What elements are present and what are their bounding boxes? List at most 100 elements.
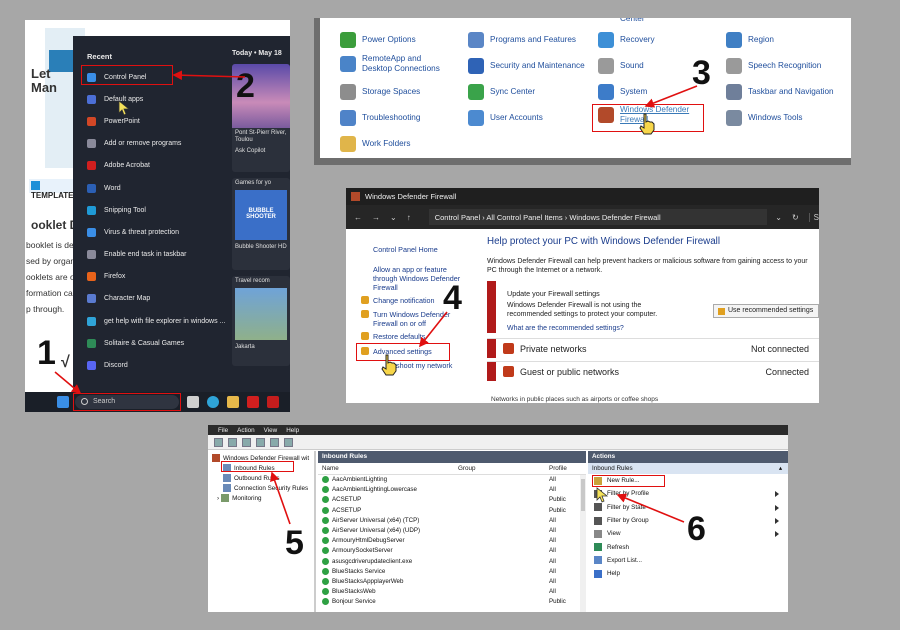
change-notification-link[interactable]: Change notification xyxy=(361,296,435,305)
control-panel-screenshot: Center Power Options Programs and Features… xyxy=(314,18,851,165)
public-networks-row[interactable]: Guest or public networks Connected xyxy=(487,361,819,381)
table-row[interactable]: ACSETUP Public xyxy=(318,495,586,505)
chevron-down-icon[interactable]: ⌄ xyxy=(775,213,782,222)
table-row[interactable]: BlueStacksWeb All xyxy=(318,587,586,597)
table-row[interactable]: asusgcdriverupdateclient.exe All xyxy=(318,557,586,567)
rule-name: AirServer Universal (x64) (UDP) xyxy=(332,526,421,534)
pdf-taskbar-icon[interactable] xyxy=(267,396,279,408)
travel-card[interactable]: Travel recom Jakarta xyxy=(232,276,290,366)
start-menu-item[interactable]: Adobe Acrobat xyxy=(81,155,231,177)
menu-view[interactable]: View xyxy=(264,427,278,434)
troubleshoot-link[interactable]: shoot my network xyxy=(396,361,452,370)
action-item[interactable]: Export List... xyxy=(588,554,788,567)
acrobat-taskbar-icon[interactable] xyxy=(247,396,259,408)
task-view-icon[interactable] xyxy=(187,396,199,408)
action-item[interactable]: Filter by Profile xyxy=(588,487,788,500)
rule-profile: All xyxy=(549,526,556,534)
chrome-icon[interactable] xyxy=(207,396,219,408)
scrollbar[interactable] xyxy=(580,475,586,612)
control-panel-item[interactable]: Speech Recognition xyxy=(726,58,821,74)
tree-connection-security[interactable]: Connection Security Rules xyxy=(223,484,308,492)
forward-icon[interactable] xyxy=(228,437,237,447)
rule-name: AacAmbientLightingLowercase xyxy=(332,486,417,494)
control-panel-item[interactable]: Work Folders xyxy=(340,136,411,152)
control-panel-item[interactable]: Security and Maintenance xyxy=(468,58,585,74)
file-explorer-icon[interactable] xyxy=(227,396,239,408)
restore-defaults-link[interactable]: Restore defaults xyxy=(361,332,425,341)
control-panel-item[interactable]: Windows Tools xyxy=(726,110,802,126)
action-item[interactable]: Help xyxy=(588,567,788,580)
collapse-icon[interactable]: ▴ xyxy=(779,465,782,472)
control-panel-item[interactable]: Taskbar and Navigation xyxy=(726,84,834,100)
recommended-link[interactable]: What are the recommended settings? xyxy=(507,325,624,332)
table-row[interactable]: Bonjour Service Public xyxy=(318,597,586,607)
back-icon[interactable]: ← xyxy=(354,213,362,222)
table-row[interactable]: ArmourySocketServer All xyxy=(318,546,586,556)
control-panel-item[interactable]: System xyxy=(598,84,647,100)
games-card[interactable]: Games for yo BUBBLE SHOOTER Bubble Shoot… xyxy=(232,178,290,270)
show-hide-icon[interactable] xyxy=(242,437,251,447)
shield-x-icon xyxy=(503,343,514,354)
menu-file[interactable]: File xyxy=(218,427,228,434)
control-panel-item[interactable]: RemoteApp and Desktop Connections xyxy=(340,54,450,74)
table-row[interactable]: ArmouryHtmlDebugServer All xyxy=(318,536,586,546)
up-icon[interactable]: ↑ xyxy=(407,213,411,222)
breadcrumb[interactable]: Control Panel › All Control Panel Items … xyxy=(428,209,768,225)
menu-action[interactable]: Action xyxy=(237,427,255,434)
start-menu-item[interactable]: Snipping Tool xyxy=(81,199,231,221)
control-panel-item[interactable]: Troubleshooting xyxy=(340,110,420,126)
table-row[interactable]: BlueStacksAppplayerWeb All xyxy=(318,577,586,587)
help-icon[interactable] xyxy=(270,437,279,447)
start-menu-item[interactable]: Character Map xyxy=(81,288,231,310)
start-menu-item[interactable]: PowerPoint xyxy=(81,110,231,132)
start-menu-item[interactable]: Solitaire & Casual Games xyxy=(81,332,231,354)
back-icon[interactable] xyxy=(214,437,223,447)
dropdown-icon[interactable]: ⌄ xyxy=(390,213,397,222)
menu-help[interactable]: Help xyxy=(286,427,299,434)
start-menu-item[interactable]: Add or remove programs xyxy=(81,133,231,155)
control-panel-item[interactable]: Power Options xyxy=(340,32,416,48)
column-profile[interactable]: Profile xyxy=(549,465,567,472)
refresh-icon[interactable]: ↻ xyxy=(792,213,799,222)
start-menu-item[interactable]: Enable end task in taskbar xyxy=(81,244,231,266)
control-panel-item[interactable]: Storage Spaces xyxy=(340,84,420,100)
table-row[interactable]: BlueStacks Service All xyxy=(318,567,586,577)
actions-subheader[interactable]: Inbound Rules ▴ xyxy=(588,463,788,474)
control-panel-item[interactable]: Sync Center xyxy=(468,84,535,100)
search-box[interactable]: S xyxy=(808,212,819,222)
windows-start-icon[interactable] xyxy=(57,396,69,408)
start-menu-item[interactable]: Virus & threat protection xyxy=(81,221,231,243)
scroll-thumb[interactable] xyxy=(581,479,585,511)
use-recommended-button[interactable]: Use recommended settings xyxy=(713,304,819,318)
cp-partial-item[interactable]: Center xyxy=(620,18,645,24)
control-panel-item[interactable]: Programs and Features xyxy=(468,32,576,48)
table-row[interactable]: ACSETUP Public xyxy=(318,506,586,516)
table-row[interactable]: AirServer Universal (x64) (UDP) All xyxy=(318,526,586,536)
forward-icon[interactable]: → xyxy=(372,213,380,222)
column-group[interactable]: Group xyxy=(458,465,476,472)
start-menu-item-label: Solitaire & Casual Games xyxy=(104,339,185,347)
start-menu-item[interactable]: Word xyxy=(81,177,231,199)
tree-outbound-rules[interactable]: Outbound Rules xyxy=(223,474,280,482)
control-panel-item[interactable]: Region xyxy=(726,32,774,48)
table-row[interactable]: AirServer Universal (x64) (TCP) All xyxy=(318,516,586,526)
control-panel-item[interactable]: Sound xyxy=(598,58,644,74)
start-menu-item[interactable]: Default apps xyxy=(81,88,231,110)
column-name[interactable]: Name xyxy=(322,465,339,472)
private-networks-row[interactable]: Private networks Not connected xyxy=(487,338,819,358)
table-row[interactable]: AacAmbientLightingLowercase All xyxy=(318,485,586,495)
ask-copilot[interactable]: Ask Copilot xyxy=(232,146,290,156)
start-menu-item[interactable]: get help with file explorer in windows .… xyxy=(81,310,231,332)
start-menu-item[interactable]: Firefox xyxy=(81,266,231,288)
powerpoint-icon xyxy=(87,116,96,126)
properties-icon[interactable] xyxy=(256,437,265,447)
table-row[interactable]: AacAmbientLighting All xyxy=(318,475,586,485)
doc-title-line-1: Let xyxy=(31,66,51,81)
control-panel-item[interactable]: Recovery xyxy=(598,32,655,48)
control-panel-item[interactable]: User Accounts xyxy=(468,110,543,126)
control-panel-home-link[interactable]: Control Panel Home xyxy=(373,245,438,254)
start-menu-item[interactable]: Discord xyxy=(81,354,231,376)
sound-icon xyxy=(598,58,614,74)
console-icon[interactable] xyxy=(284,437,293,447)
tree-monitoring[interactable]: › Monitoring xyxy=(217,494,262,502)
